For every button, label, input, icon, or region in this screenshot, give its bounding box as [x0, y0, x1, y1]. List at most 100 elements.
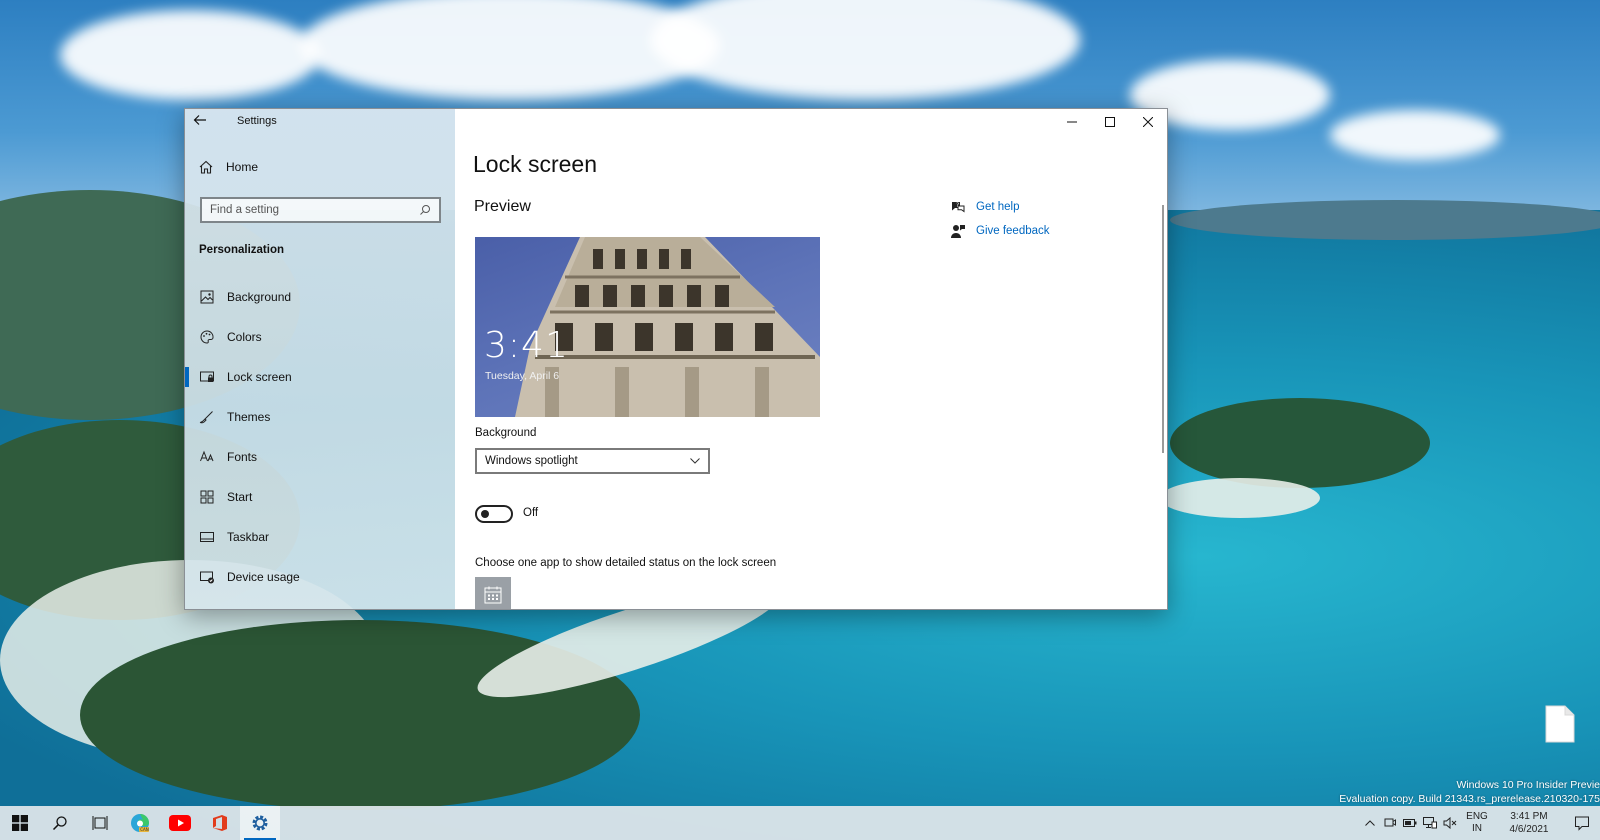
device-usage-icon — [199, 569, 215, 585]
back-button[interactable] — [193, 113, 215, 133]
detailed-status-app-button[interactable] — [475, 577, 511, 609]
sidebar-item-fonts[interactable]: Fonts — [185, 437, 455, 477]
volume-button[interactable] — [1440, 806, 1460, 840]
battery-icon — [1403, 819, 1417, 827]
office-icon — [213, 815, 227, 831]
settings-sidebar: Settings Home Find a setting Personaliza… — [185, 109, 455, 609]
wallpaper-sand — [1160, 478, 1320, 518]
task-view-button[interactable] — [80, 806, 120, 840]
sidebar-item-label: Start — [227, 490, 253, 504]
palette-icon — [199, 329, 215, 345]
sidebar-item-label: Colors — [227, 330, 262, 344]
home-label: Home — [226, 160, 259, 174]
clock-time: 3:41 PM — [1510, 811, 1548, 822]
sidebar-item-device-usage[interactable]: Device usage — [185, 557, 455, 597]
system-tray: ENG IN 3:41 PM 4/6/2021 — [1360, 806, 1600, 840]
start-button[interactable] — [0, 806, 40, 840]
search-button[interactable] — [40, 806, 80, 840]
sidebar-item-label: Background — [227, 290, 292, 304]
sidebar-item-taskbar[interactable]: Taskbar — [185, 517, 455, 557]
feedback-icon — [951, 225, 965, 238]
taskbar: CAN ENG IN 3:41 PM 4/6/2021 — [0, 806, 1600, 840]
sidebar-item-lock-screen[interactable]: Lock screen — [185, 357, 455, 397]
taskbar-icon — [199, 529, 215, 545]
close-icon — [1143, 117, 1153, 127]
desktop-file-icon[interactable] — [1545, 705, 1575, 743]
sidebar-item-label: Fonts — [227, 450, 258, 464]
network-button[interactable] — [1420, 806, 1440, 840]
edge-canary-button[interactable]: CAN — [120, 806, 160, 840]
sidebar-item-label: Taskbar — [227, 530, 270, 544]
arrow-left-icon — [193, 115, 206, 125]
lock-screen-preview: 3:41 Tuesday, April 6 — [475, 237, 820, 417]
wallpaper-cloud — [60, 10, 320, 100]
taskbar-clock[interactable]: 3:41 PM 4/6/2021 — [1494, 810, 1564, 836]
sidebar-item-background[interactable]: Background — [185, 277, 455, 317]
give-feedback-link[interactable]: Give feedback — [950, 219, 1050, 243]
home-icon — [198, 159, 214, 175]
window-controls — [1053, 109, 1167, 135]
page-title: Lock screen — [473, 151, 598, 177]
start-icon — [199, 489, 215, 505]
scrollbar[interactable] — [1162, 205, 1164, 453]
app-title: Settings — [237, 115, 277, 127]
action-center-button[interactable] — [1564, 806, 1600, 840]
sidebar-item-themes[interactable]: Themes — [185, 397, 455, 437]
language-code: ENG — [1466, 811, 1488, 822]
preview-time: 3:41 — [484, 325, 569, 366]
toggle-knob — [481, 510, 489, 518]
toggle-switch[interactable] — [475, 505, 513, 523]
minimize-button[interactable] — [1053, 109, 1091, 135]
sidebar-item-label: Lock screen — [227, 370, 292, 384]
calendar-icon — [484, 586, 502, 604]
sidebar-item-start[interactable]: Start — [185, 477, 455, 517]
background-label: Background — [475, 427, 537, 439]
svg-text:CAN: CAN — [140, 827, 149, 832]
toggle-state-label: Off — [523, 507, 539, 519]
notification-icon — [1575, 816, 1589, 831]
input-language[interactable]: ENG IN — [1460, 811, 1494, 835]
settings-window: Settings Home Find a setting Personaliza… — [184, 108, 1168, 610]
settings-taskbar-button[interactable] — [240, 806, 280, 840]
give-feedback-label: Give feedback — [976, 225, 1050, 237]
search-input[interactable]: Find a setting — [200, 197, 441, 223]
network-icon — [1423, 817, 1437, 829]
edge-canary-icon: CAN — [131, 814, 149, 832]
brush-icon — [199, 409, 215, 425]
get-help-label: Get help — [976, 201, 1020, 213]
wallpaper-cloud — [1330, 110, 1500, 160]
show-hidden-icons-button[interactable] — [1360, 806, 1380, 840]
close-button[interactable] — [1129, 109, 1167, 135]
meet-now-button[interactable] — [1380, 806, 1400, 840]
maximize-icon — [1105, 117, 1115, 127]
font-icon — [199, 449, 215, 465]
nav-list: Background Colors Lock screen Themes Fon… — [185, 277, 455, 597]
get-help-link[interactable]: ? Get help — [950, 195, 1050, 219]
help-links: ? Get help Give feedback — [950, 195, 1050, 243]
wallpaper-far-hills — [1170, 200, 1600, 240]
volume-muted-icon — [1443, 817, 1457, 829]
maximize-button[interactable] — [1091, 109, 1129, 135]
background-dropdown-value: Windows spotlight — [485, 455, 578, 467]
svg-text:?: ? — [956, 202, 959, 209]
preview-heading: Preview — [474, 198, 531, 215]
evaluation-watermark: Windows 10 Pro Insider Previe Evaluation… — [1339, 778, 1600, 806]
preview-date: Tuesday, April 6 — [485, 370, 560, 382]
home-nav-item[interactable]: Home — [198, 159, 258, 175]
sidebar-item-label: Themes — [227, 410, 271, 424]
image-icon — [199, 289, 215, 305]
language-region: IN — [1472, 823, 1482, 834]
search-icon — [52, 816, 67, 831]
sidebar-item-colors[interactable]: Colors — [185, 317, 455, 357]
search-placeholder: Find a setting — [210, 204, 280, 216]
youtube-button[interactable] — [160, 806, 200, 840]
office-button[interactable] — [200, 806, 240, 840]
battery-button[interactable] — [1400, 806, 1420, 840]
detailed-status-description: Choose one app to show detailed status o… — [475, 557, 777, 569]
watermark-line-2: Evaluation copy. Build 21343.rs_prerelea… — [1339, 793, 1600, 805]
background-dropdown[interactable]: Windows spotlight — [475, 448, 710, 474]
help-icon: ? — [952, 202, 965, 213]
settings-icon — [252, 815, 268, 831]
clock-date: 4/6/2021 — [1509, 824, 1549, 835]
lock-screen-icon — [199, 369, 215, 385]
